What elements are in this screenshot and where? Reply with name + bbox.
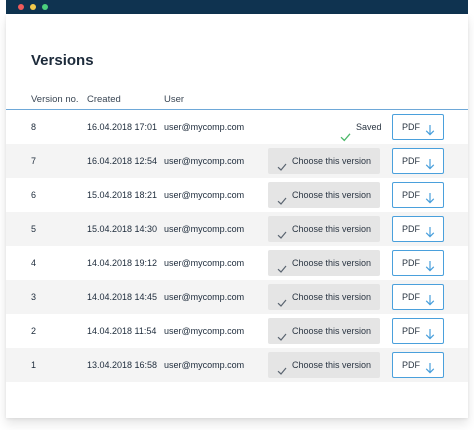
- table-row: 5 15.04.2018 14:30 user@mycomp.com Choose t…: [6, 212, 468, 246]
- choose-version-button[interactable]: Choose this version: [268, 284, 380, 310]
- choose-version-button[interactable]: Choose this version: [268, 216, 380, 242]
- user-email: user@mycomp.com: [164, 258, 245, 268]
- user-email: user@mycomp.com: [164, 224, 245, 234]
- user-email: user@mycomp.com: [164, 292, 245, 302]
- pdf-label: PDF: [402, 258, 420, 268]
- table-row: 7 16.04.2018 12:54 user@mycomp.com Choose t…: [6, 144, 468, 178]
- choose-version-button[interactable]: Choose this version: [268, 250, 380, 276]
- created-date: 14.04.2018 14:45: [87, 292, 158, 302]
- window-maximize-button[interactable]: [42, 4, 48, 10]
- version-number: 1: [31, 360, 37, 370]
- table-row: 2 14.04.2018 11:54 user@mycomp.com Choose t…: [6, 314, 468, 348]
- version-number: 4: [31, 258, 37, 268]
- choose-version-button[interactable]: Choose this version: [268, 182, 380, 208]
- pdf-label: PDF: [402, 224, 420, 234]
- arrow-down-icon: [425, 121, 435, 136]
- choose-version-label: Choose this version: [292, 224, 372, 234]
- check-icon: [277, 292, 287, 307]
- choose-version-button[interactable]: Choose this version: [268, 352, 380, 378]
- pdf-download-button[interactable]: PDF: [392, 250, 444, 276]
- choose-version-label: Choose this version: [292, 190, 372, 200]
- page-title: Versions: [31, 52, 94, 69]
- pdf-download-button[interactable]: PDF: [392, 352, 444, 378]
- created-date: 13.04.2018 16:58: [87, 360, 158, 370]
- check-icon: [277, 156, 287, 171]
- pdf-download-button[interactable]: PDF: [392, 284, 444, 310]
- user-email: user@mycomp.com: [164, 156, 245, 166]
- table-row: 3 14.04.2018 14:45 user@mycomp.com Choose t…: [6, 280, 468, 314]
- pdf-download-button[interactable]: PDF: [392, 114, 444, 140]
- created-date: 16.04.2018 17:01: [87, 122, 158, 132]
- version-number: 7: [31, 156, 37, 166]
- pdf-download-button[interactable]: PDF: [392, 318, 444, 344]
- created-date: 15.04.2018 18:21: [87, 190, 158, 200]
- choose-version-button[interactable]: Choose this version: [268, 148, 380, 174]
- table-row: 6 15.04.2018 18:21 user@mycomp.com Choose t…: [6, 178, 468, 212]
- version-number: 8: [31, 122, 37, 132]
- check-icon: [277, 326, 287, 341]
- created-date: 15.04.2018 14:30: [87, 224, 158, 234]
- saved-status: Saved: [340, 110, 382, 144]
- choose-version-button[interactable]: Choose this version: [268, 318, 380, 344]
- column-header-created: Created: [87, 94, 121, 105]
- window-close-button[interactable]: [18, 4, 24, 10]
- pdf-download-button[interactable]: PDF: [392, 216, 444, 242]
- choose-version-label: Choose this version: [292, 156, 372, 166]
- choose-version-label: Choose this version: [292, 292, 372, 302]
- window-titlebar: [6, 0, 468, 14]
- choose-version-label: Choose this version: [292, 258, 372, 268]
- version-number: 2: [31, 326, 37, 336]
- user-email: user@mycomp.com: [164, 190, 245, 200]
- pdf-label: PDF: [402, 156, 420, 166]
- pdf-label: PDF: [402, 122, 420, 132]
- user-email: user@mycomp.com: [164, 326, 245, 336]
- column-header-version: Version no.: [31, 94, 79, 105]
- column-header-user: User: [164, 94, 185, 105]
- pdf-download-button[interactable]: PDF: [392, 182, 444, 208]
- check-icon: [277, 258, 287, 273]
- window-minimize-button[interactable]: [30, 4, 36, 10]
- check-icon: [340, 122, 351, 142]
- arrow-down-icon: [425, 257, 435, 272]
- check-icon: [277, 224, 287, 239]
- version-number: 3: [31, 292, 37, 302]
- pdf-label: PDF: [402, 190, 420, 200]
- table-row: 4 14.04.2018 19:12 user@mycomp.com Choose t…: [6, 246, 468, 280]
- pdf-label: PDF: [402, 360, 420, 370]
- versions-window: Versions Version no. Created User 8 16.04…: [6, 14, 468, 418]
- choose-version-label: Choose this version: [292, 326, 372, 336]
- arrow-down-icon: [425, 325, 435, 340]
- created-date: 14.04.2018 19:12: [87, 258, 158, 268]
- table-row: 1 13.04.2018 16:58 user@mycomp.com Choose t…: [6, 348, 468, 382]
- version-number: 5: [31, 224, 37, 234]
- created-date: 14.04.2018 11:54: [87, 326, 157, 336]
- arrow-down-icon: [425, 291, 435, 306]
- choose-version-label: Choose this version: [292, 360, 372, 370]
- check-icon: [277, 190, 287, 205]
- check-icon: [277, 360, 287, 375]
- user-email: user@mycomp.com: [164, 360, 245, 370]
- table-row: 8 16.04.2018 17:01 user@mycomp.com Saved PDF: [6, 110, 468, 144]
- pdf-label: PDF: [402, 292, 420, 302]
- user-email: user@mycomp.com: [164, 122, 245, 132]
- arrow-down-icon: [425, 359, 435, 374]
- version-number: 6: [31, 190, 37, 200]
- created-date: 16.04.2018 12:54: [87, 156, 158, 166]
- pdf-label: PDF: [402, 326, 420, 336]
- arrow-down-icon: [425, 189, 435, 204]
- pdf-download-button[interactable]: PDF: [392, 148, 444, 174]
- arrow-down-icon: [425, 155, 435, 170]
- saved-label: Saved: [356, 122, 382, 132]
- arrow-down-icon: [425, 223, 435, 238]
